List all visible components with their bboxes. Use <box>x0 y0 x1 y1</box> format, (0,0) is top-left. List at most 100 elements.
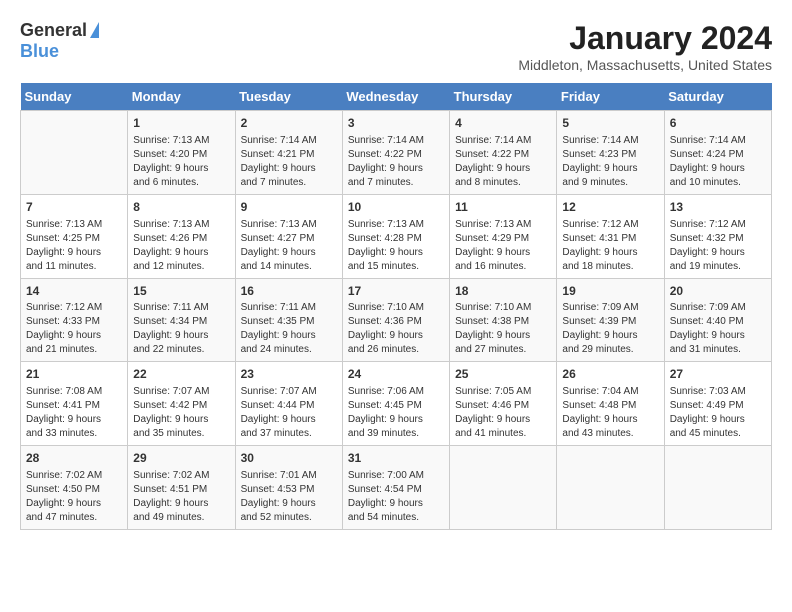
day-number: 25 <box>455 366 551 383</box>
column-header-tuesday: Tuesday <box>235 83 342 111</box>
day-info: Sunrise: 7:06 AM Sunset: 4:45 PM Dayligh… <box>348 385 444 441</box>
calendar-cell: 17Sunrise: 7:10 AM Sunset: 4:36 PM Dayli… <box>342 278 449 362</box>
calendar-week-row: 28 Sunrise: 7:02 AM Sunset: 4:50 PM Dayli… <box>21 446 772 530</box>
location-subtitle: Middleton, Massachusetts, United States <box>518 57 772 73</box>
day-number: 29 <box>133 450 229 467</box>
day-number: 13 <box>670 199 766 216</box>
calendar-cell: 29 Sunrise: 7:02 AM Sunset: 4:51 PM Dayli… <box>128 446 235 530</box>
day-info: Sunrise: 7:14 AM Sunset: 4:24 PM Dayligh… <box>670 134 766 190</box>
day-info: Sunrise: 7:01 AM Sunset: 4:53 PM Dayligh… <box>241 469 337 525</box>
day-info: Sunrise: 7:12 AM Sunset: 4:31 PM Dayligh… <box>562 218 658 274</box>
day-info: Sunrise: 7:13 AM Sunset: 4:26 PM Dayligh… <box>133 218 229 274</box>
day-number: 15 <box>133 283 229 300</box>
day-number: 16 <box>241 283 337 300</box>
page-header: General Blue January 2024 Middleton, Mas… <box>20 20 772 73</box>
calendar-week-row: 21 Sunrise: 7:08 AM Sunset: 4:41 PM Dayli… <box>21 362 772 446</box>
day-info: Sunrise: 7:05 AM Sunset: 4:46 PM Dayligh… <box>455 385 551 441</box>
logo-blue-text: Blue <box>20 41 59 62</box>
calendar-week-row: 14Sunrise: 7:12 AM Sunset: 4:33 PM Dayli… <box>21 278 772 362</box>
month-year-title: January 2024 <box>518 20 772 57</box>
day-info: Sunrise: 7:13 AM Sunset: 4:25 PM Dayligh… <box>26 218 122 274</box>
day-number: 18 <box>455 283 551 300</box>
day-number: 3 <box>348 115 444 132</box>
day-info: Sunrise: 7:14 AM Sunset: 4:22 PM Dayligh… <box>455 134 551 190</box>
calendar-table: SundayMondayTuesdayWednesdayThursdayFrid… <box>20 83 772 530</box>
day-number: 14 <box>26 283 122 300</box>
day-number: 8 <box>133 199 229 216</box>
day-info: Sunrise: 7:14 AM Sunset: 4:23 PM Dayligh… <box>562 134 658 190</box>
logo-triangle-icon <box>90 22 99 38</box>
day-number: 30 <box>241 450 337 467</box>
day-number: 22 <box>133 366 229 383</box>
day-info: Sunrise: 7:09 AM Sunset: 4:40 PM Dayligh… <box>670 301 766 357</box>
calendar-header-row: SundayMondayTuesdayWednesdayThursdayFrid… <box>21 83 772 111</box>
calendar-cell: 18Sunrise: 7:10 AM Sunset: 4:38 PM Dayli… <box>450 278 557 362</box>
day-info: Sunrise: 7:08 AM Sunset: 4:41 PM Dayligh… <box>26 385 122 441</box>
day-number: 6 <box>670 115 766 132</box>
column-header-monday: Monday <box>128 83 235 111</box>
day-number: 23 <box>241 366 337 383</box>
calendar-cell <box>450 446 557 530</box>
calendar-cell: 22 Sunrise: 7:07 AM Sunset: 4:42 PM Dayli… <box>128 362 235 446</box>
calendar-cell <box>21 111 128 195</box>
day-number: 19 <box>562 283 658 300</box>
day-number: 5 <box>562 115 658 132</box>
column-header-wednesday: Wednesday <box>342 83 449 111</box>
day-info: Sunrise: 7:07 AM Sunset: 4:42 PM Dayligh… <box>133 385 229 441</box>
calendar-cell: 15Sunrise: 7:11 AM Sunset: 4:34 PM Dayli… <box>128 278 235 362</box>
title-block: January 2024 Middleton, Massachusetts, U… <box>518 20 772 73</box>
day-number: 28 <box>26 450 122 467</box>
day-info: Sunrise: 7:11 AM Sunset: 4:35 PM Dayligh… <box>241 301 337 357</box>
calendar-cell: 9Sunrise: 7:13 AM Sunset: 4:27 PM Daylig… <box>235 194 342 278</box>
day-number: 24 <box>348 366 444 383</box>
calendar-cell: 14Sunrise: 7:12 AM Sunset: 4:33 PM Dayli… <box>21 278 128 362</box>
column-header-sunday: Sunday <box>21 83 128 111</box>
logo: General Blue <box>20 20 99 62</box>
calendar-cell: 13Sunrise: 7:12 AM Sunset: 4:32 PM Dayli… <box>664 194 771 278</box>
day-number: 11 <box>455 199 551 216</box>
day-info: Sunrise: 7:13 AM Sunset: 4:28 PM Dayligh… <box>348 218 444 274</box>
calendar-cell: 16Sunrise: 7:11 AM Sunset: 4:35 PM Dayli… <box>235 278 342 362</box>
day-number: 26 <box>562 366 658 383</box>
column-header-friday: Friday <box>557 83 664 111</box>
day-number: 20 <box>670 283 766 300</box>
calendar-cell: 27 Sunrise: 7:03 AM Sunset: 4:49 PM Dayli… <box>664 362 771 446</box>
day-number: 10 <box>348 199 444 216</box>
day-number: 12 <box>562 199 658 216</box>
day-info: Sunrise: 7:02 AM Sunset: 4:51 PM Dayligh… <box>133 469 229 525</box>
calendar-week-row: 1Sunrise: 7:13 AM Sunset: 4:20 PM Daylig… <box>21 111 772 195</box>
day-info: Sunrise: 7:03 AM Sunset: 4:49 PM Dayligh… <box>670 385 766 441</box>
calendar-cell <box>557 446 664 530</box>
calendar-cell: 8 Sunrise: 7:13 AM Sunset: 4:26 PM Daylig… <box>128 194 235 278</box>
day-info: Sunrise: 7:00 AM Sunset: 4:54 PM Dayligh… <box>348 469 444 525</box>
calendar-cell: 23 Sunrise: 7:07 AM Sunset: 4:44 PM Dayli… <box>235 362 342 446</box>
day-info: Sunrise: 7:11 AM Sunset: 4:34 PM Dayligh… <box>133 301 229 357</box>
calendar-cell: 19Sunrise: 7:09 AM Sunset: 4:39 PM Dayli… <box>557 278 664 362</box>
day-info: Sunrise: 7:02 AM Sunset: 4:50 PM Dayligh… <box>26 469 122 525</box>
day-number: 1 <box>133 115 229 132</box>
day-number: 31 <box>348 450 444 467</box>
calendar-cell: 28 Sunrise: 7:02 AM Sunset: 4:50 PM Dayli… <box>21 446 128 530</box>
logo-general-text: General <box>20 20 87 41</box>
day-number: 21 <box>26 366 122 383</box>
calendar-week-row: 7Sunrise: 7:13 AM Sunset: 4:25 PM Daylig… <box>21 194 772 278</box>
column-header-saturday: Saturday <box>664 83 771 111</box>
day-info: Sunrise: 7:07 AM Sunset: 4:44 PM Dayligh… <box>241 385 337 441</box>
calendar-cell: 4Sunrise: 7:14 AM Sunset: 4:22 PM Daylig… <box>450 111 557 195</box>
calendar-cell: 20Sunrise: 7:09 AM Sunset: 4:40 PM Dayli… <box>664 278 771 362</box>
calendar-cell: 3 Sunrise: 7:14 AM Sunset: 4:22 PM Daylig… <box>342 111 449 195</box>
calendar-cell: 25 Sunrise: 7:05 AM Sunset: 4:46 PM Dayli… <box>450 362 557 446</box>
day-number: 17 <box>348 283 444 300</box>
calendar-cell: 7Sunrise: 7:13 AM Sunset: 4:25 PM Daylig… <box>21 194 128 278</box>
calendar-cell: 12 Sunrise: 7:12 AM Sunset: 4:31 PM Dayli… <box>557 194 664 278</box>
calendar-cell: 1Sunrise: 7:13 AM Sunset: 4:20 PM Daylig… <box>128 111 235 195</box>
calendar-cell: 2Sunrise: 7:14 AM Sunset: 4:21 PM Daylig… <box>235 111 342 195</box>
day-info: Sunrise: 7:10 AM Sunset: 4:36 PM Dayligh… <box>348 301 444 357</box>
calendar-cell: 6 Sunrise: 7:14 AM Sunset: 4:24 PM Daylig… <box>664 111 771 195</box>
day-number: 27 <box>670 366 766 383</box>
calendar-cell: 30 Sunrise: 7:01 AM Sunset: 4:53 PM Dayli… <box>235 446 342 530</box>
column-header-thursday: Thursday <box>450 83 557 111</box>
day-info: Sunrise: 7:14 AM Sunset: 4:22 PM Dayligh… <box>348 134 444 190</box>
day-info: Sunrise: 7:04 AM Sunset: 4:48 PM Dayligh… <box>562 385 658 441</box>
calendar-cell: 11Sunrise: 7:13 AM Sunset: 4:29 PM Dayli… <box>450 194 557 278</box>
